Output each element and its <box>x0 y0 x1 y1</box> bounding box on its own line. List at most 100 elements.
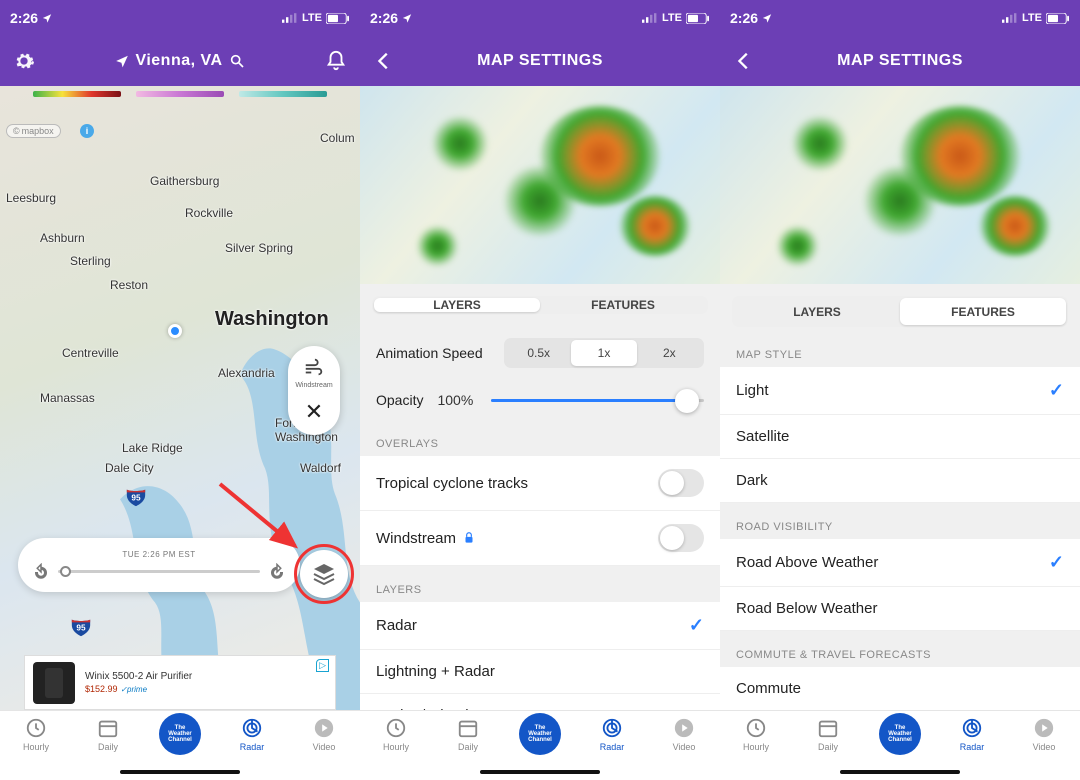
row-windstream[interactable]: Windstream <box>360 511 720 566</box>
tab-daily[interactable]: Daily <box>798 717 858 752</box>
tab-daily[interactable]: Daily <box>438 717 498 752</box>
section-road-visibility: ROAD VISIBILITY <box>720 503 1080 539</box>
section-overlays: OVERLAYS <box>360 420 720 456</box>
home-indicator[interactable] <box>840 770 960 774</box>
seg-features[interactable]: FEATURES <box>540 298 706 312</box>
tab-home[interactable]: The Weather Channel <box>870 717 930 755</box>
lock-icon <box>462 531 476 545</box>
location-label: Vienna, VA <box>135 52 222 70</box>
row-radar[interactable]: Radar✓ <box>360 602 720 650</box>
status-bar: 2:26 LTE <box>360 0 720 36</box>
tab-home[interactable]: The Weather Channel <box>150 717 210 755</box>
tab-video[interactable]: Video <box>654 717 714 752</box>
tab-video[interactable]: Video <box>294 717 354 752</box>
layers-features-segmented[interactable]: LAYERS FEATURES <box>732 296 1068 327</box>
toggle-tropical[interactable] <box>658 469 704 497</box>
row-lightning-radar[interactable]: Lightning + Radar <box>360 650 720 694</box>
screen-radar-map: 2:26 LTE Vienna, VA <box>0 0 360 780</box>
tab-radar[interactable]: Radar <box>222 717 282 752</box>
seg-features[interactable]: FEATURES <box>900 298 1066 325</box>
signal-icon <box>1002 13 1018 23</box>
radar-icon <box>601 717 623 739</box>
speed-1x[interactable]: 1x <box>571 340 636 366</box>
bottom-tab-bar: Hourly Daily The Weather Channel Radar V… <box>720 710 1080 780</box>
map-tools-panel: Windstream ✕ <box>288 346 340 435</box>
calendar-icon <box>457 717 479 739</box>
timeline-track[interactable] <box>58 570 260 573</box>
map-legend <box>30 91 330 101</box>
tab-daily[interactable]: Daily <box>78 717 138 752</box>
history-forward-icon[interactable] <box>268 563 286 581</box>
slider-knob[interactable] <box>675 389 699 413</box>
tab-hourly[interactable]: Hourly <box>726 717 786 752</box>
weather-channel-logo: The Weather Channel <box>519 713 561 755</box>
seg-layers[interactable]: LAYERS <box>734 298 900 325</box>
back-arrow-icon[interactable] <box>732 49 756 73</box>
tab-hourly[interactable]: Hourly <box>366 717 426 752</box>
play-icon <box>1033 717 1055 739</box>
radar-preview-map[interactable] <box>720 86 1080 284</box>
wind-icon[interactable] <box>303 356 325 378</box>
opacity-label: Opacity <box>376 392 423 408</box>
windstream-label: Windstream <box>295 382 332 389</box>
seg-layers[interactable]: LAYERS <box>374 298 540 312</box>
city-label: Centreville <box>62 346 119 360</box>
row-opacity: Opacity 100% <box>360 380 720 420</box>
tab-video[interactable]: Video <box>1014 717 1074 752</box>
timeline-thumb[interactable] <box>60 566 71 577</box>
city-label: Leesburg <box>6 191 56 205</box>
history-back-icon[interactable] <box>32 563 50 581</box>
tab-home[interactable]: The Weather Channel <box>510 717 570 755</box>
section-map-style: MAP STYLE <box>720 339 1080 367</box>
row-light[interactable]: Light✓ <box>720 367 1080 415</box>
mapbox-attribution[interactable]: © mapbox <box>6 124 61 138</box>
settings-header: MAP SETTINGS <box>720 36 1080 86</box>
info-icon[interactable]: i <box>80 124 94 138</box>
speed-0-5x[interactable]: 0.5x <box>506 340 571 366</box>
row-dark[interactable]: Dark <box>720 459 1080 503</box>
row-tropical[interactable]: Tropical cyclone tracks <box>360 456 720 511</box>
radar-preview-map[interactable] <box>360 86 720 284</box>
speed-2x[interactable]: 2x <box>637 340 702 366</box>
weather-channel-logo: The Weather Channel <box>159 713 201 755</box>
toggle-windstream[interactable] <box>658 524 704 552</box>
check-icon: ✓ <box>1049 380 1064 401</box>
radar-icon <box>241 717 263 739</box>
row-road-below[interactable]: Road Below Weather <box>720 587 1080 631</box>
advertisement-banner[interactable]: Winix 5500-2 Air Purifier $152.99 ✓prime… <box>24 655 336 710</box>
row-road-above[interactable]: Road Above Weather✓ <box>720 539 1080 587</box>
tab-radar[interactable]: Radar <box>582 717 642 752</box>
city-label: Dale City <box>105 461 154 475</box>
location-picker[interactable]: Vienna, VA <box>115 52 244 70</box>
interstate-shield-icon: 95 <box>125 486 147 508</box>
city-label: Sterling <box>70 254 111 268</box>
settings-gear-icon[interactable] <box>12 49 36 73</box>
row-satellite[interactable]: Satellite <box>720 415 1080 459</box>
home-indicator[interactable] <box>480 770 600 774</box>
search-icon <box>229 53 245 69</box>
row-commute[interactable]: Commute <box>720 667 1080 710</box>
location-arrow-icon <box>115 54 129 68</box>
ad-choices-icon[interactable]: ▷ <box>316 659 329 672</box>
row-radar-clouds[interactable]: Radar / Clouds <box>360 694 720 710</box>
speed-segmented[interactable]: 0.5x 1x 2x <box>504 338 704 368</box>
settings-body: LAYERS FEATURES MAP STYLE Light✓ Satelli… <box>720 284 1080 710</box>
clock-icon <box>745 717 767 739</box>
radar-map[interactable]: © mapbox i Colum Gaithersburg Rockville … <box>0 86 360 710</box>
radar-timeline[interactable]: TUE 2:26 PM EST <box>18 538 300 592</box>
layers-features-segmented[interactable]: LAYERS FEATURES <box>372 296 708 314</box>
bottom-tab-bar: Hourly Daily The Weather Channel Radar V… <box>0 710 360 780</box>
animation-speed-label: Animation Speed <box>376 345 483 361</box>
screen-map-settings-layers: 2:26 LTE MAP SETTINGS LAYERS FEATURES An… <box>360 0 720 780</box>
tab-hourly[interactable]: Hourly <box>6 717 66 752</box>
close-icon[interactable]: ✕ <box>305 399 323 425</box>
back-arrow-icon[interactable] <box>372 49 396 73</box>
timeline-time: TUE 2:26 PM EST <box>122 550 195 559</box>
tab-radar[interactable]: Radar <box>942 717 1002 752</box>
map-layers-button[interactable] <box>300 550 348 598</box>
settings-title: MAP SETTINGS <box>477 52 603 70</box>
notifications-bell-icon[interactable] <box>324 49 348 73</box>
city-label: Gaithersburg <box>150 174 219 188</box>
home-indicator[interactable] <box>120 770 240 774</box>
opacity-slider[interactable] <box>491 399 704 402</box>
